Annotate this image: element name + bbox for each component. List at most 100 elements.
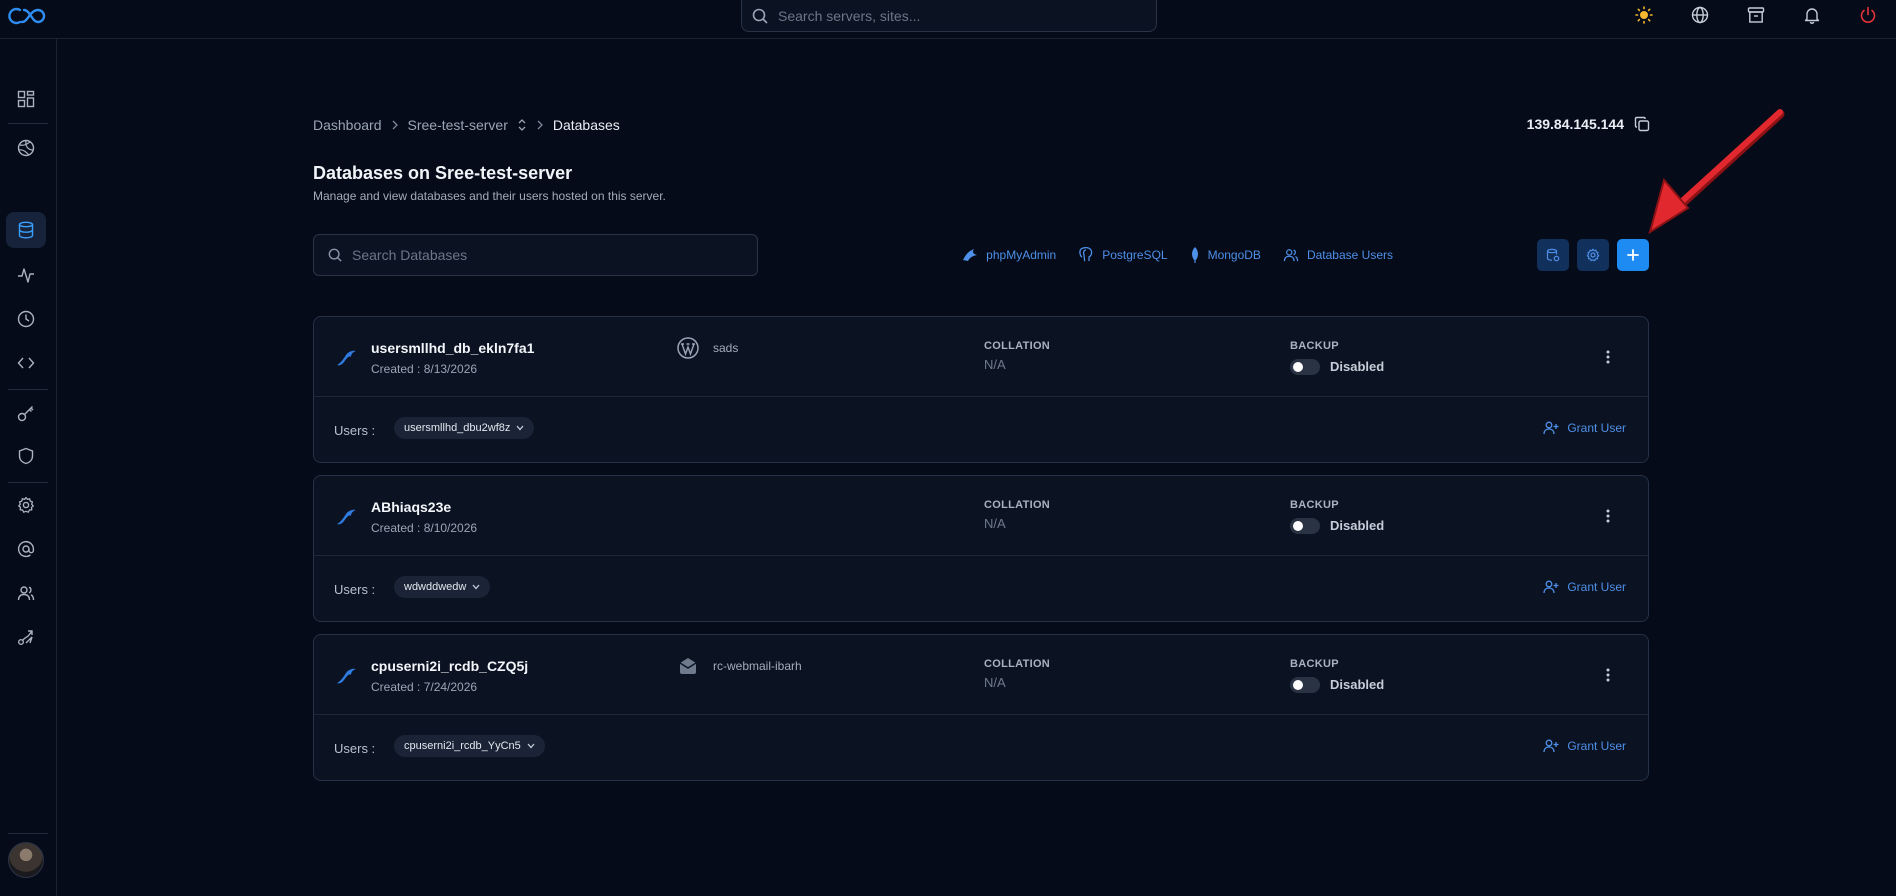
user-chip[interactable]: wdwddwedw (394, 576, 491, 598)
database-card-header (314, 635, 1648, 715)
database-backup-button[interactable] (1537, 239, 1569, 271)
sidebar-item-email[interactable] (6, 531, 46, 567)
avatar[interactable] (8, 842, 44, 878)
user-plus-icon (1543, 580, 1559, 594)
linked-site[interactable]: sads (677, 337, 738, 359)
grant-user-button[interactable]: Grant User (1543, 580, 1626, 594)
user-chip[interactable]: cpuserni2i_rcdb_YyCn5 (394, 735, 545, 757)
backup-label: BACKUP (1290, 658, 1339, 670)
database-icon (18, 221, 34, 239)
user-chip-label: cpuserni2i_rcdb_YyCn5 (404, 740, 521, 752)
users-icon (1283, 249, 1299, 262)
code-icon (17, 357, 35, 369)
users-label: Users : (334, 582, 376, 597)
database-name[interactable]: cpuserni2i_rcdb_CZQ5j (371, 658, 528, 674)
dashboard-icon (17, 90, 35, 108)
collation-value: N/A (984, 675, 1006, 690)
user-plus-icon (1543, 421, 1559, 435)
database-settings-icon (1546, 248, 1560, 262)
database-created: Created : 8/13/2026 (371, 362, 478, 376)
backup-label: BACKUP (1290, 340, 1339, 352)
user-plus-icon (1543, 739, 1559, 753)
activity-icon (18, 268, 34, 283)
page-title: Databases on Sree-test-server (313, 163, 573, 183)
more-vertical-icon (1606, 350, 1610, 364)
phpmyadmin-link[interactable]: phpMyAdmin (962, 248, 1056, 262)
sidebar-item-databases[interactable] (6, 212, 46, 248)
webmail-icon (679, 658, 697, 674)
sidebar-item-code[interactable] (6, 345, 46, 381)
postgresql-link[interactable]: PostgreSQL (1078, 247, 1168, 263)
sidebar-item-ssh-keys[interactable] (6, 395, 46, 431)
backup-toggle[interactable] (1290, 518, 1320, 534)
sidebar-item-cron[interactable] (6, 301, 46, 337)
sidebar-item-monitoring[interactable] (6, 257, 46, 293)
sidebar (0, 39, 57, 896)
user-chip-label: usersmllhd_dbu2wf8z (404, 422, 511, 434)
linked-site-name: sads (713, 341, 739, 355)
sidebar-item-users[interactable] (6, 575, 46, 611)
more-menu-button[interactable] (1598, 347, 1618, 367)
backup-toggle[interactable] (1290, 359, 1320, 375)
breadcrumb-dashboard[interactable]: Dashboard (313, 117, 382, 133)
page-subtitle: Manage and view databases and their user… (313, 189, 666, 203)
more-vertical-icon (1606, 668, 1610, 682)
global-search[interactable] (741, 0, 1157, 32)
linked-site-name: rc-webmail-ibarh (713, 659, 802, 673)
at-sign-icon (17, 540, 35, 558)
database-search[interactable] (313, 234, 758, 276)
more-menu-button[interactable] (1598, 665, 1618, 685)
database-name[interactable]: usersmllhd_db_ekln7fa1 (371, 340, 534, 356)
key-icon (17, 406, 34, 422)
database-card: ABhiaqs23e Created : 8/10/2026 COLLATION… (313, 475, 1649, 622)
more-menu-button[interactable] (1598, 506, 1618, 526)
power-icon[interactable] (1840, 0, 1896, 30)
search-icon (328, 248, 342, 262)
linked-site[interactable]: rc-webmail-ibarh (677, 655, 802, 677)
users-label: Users : (334, 423, 376, 438)
breadcrumb-server[interactable]: Sree-test-server (408, 117, 508, 133)
sidebar-item-settings[interactable] (6, 487, 46, 523)
mongodb-link[interactable]: MongoDB (1190, 247, 1261, 263)
postgresql-icon (1079, 247, 1093, 262)
chevron-right-icon (537, 120, 543, 130)
database-card-header (314, 476, 1648, 556)
database-card: cpuserni2i_rcdb_CZQ5j Created : 7/24/202… (313, 634, 1649, 781)
logo-icon[interactable] (8, 4, 52, 28)
sidebar-item-dashboard[interactable] (6, 81, 46, 117)
user-chip[interactable]: usersmllhd_dbu2wf8z (394, 417, 535, 439)
sun-icon[interactable] (1616, 0, 1672, 30)
sidebar-item-routes[interactable] (6, 619, 46, 655)
chevron-up-down-icon[interactable] (517, 118, 527, 132)
collation-value: N/A (984, 516, 1006, 531)
database-search-input[interactable] (352, 247, 752, 263)
add-database-button[interactable] (1617, 239, 1649, 271)
mysql-icon (337, 350, 356, 366)
users-icon (17, 586, 35, 601)
breadcrumb: Dashboard Sree-test-server Databases (313, 116, 620, 134)
backup-label: BACKUP (1290, 499, 1339, 511)
chevron-right-icon (392, 120, 398, 130)
collation-label: COLLATION (984, 658, 1051, 670)
archive-icon[interactable] (1728, 0, 1784, 30)
server-ip-text: 139.84.145.144 (1526, 116, 1624, 132)
database-settings-button[interactable] (1577, 239, 1609, 271)
sidebar-item-network[interactable] (6, 130, 46, 166)
database-name[interactable]: ABhiaqs23e (371, 499, 451, 515)
settings-icon (18, 496, 34, 513)
mongodb-icon (1191, 247, 1198, 263)
bell-icon[interactable] (1784, 0, 1840, 30)
grant-user-button[interactable]: Grant User (1543, 421, 1626, 435)
phpmyadmin-icon (963, 249, 978, 261)
database-users-link[interactable]: Database Users (1283, 248, 1393, 262)
grant-user-button[interactable]: Grant User (1543, 739, 1626, 753)
sidebar-item-security[interactable] (6, 438, 46, 474)
server-ip: 139.84.145.144 (1527, 116, 1650, 132)
backup-toggle[interactable] (1290, 677, 1320, 693)
chevron-down-icon (527, 743, 535, 749)
global-search-input[interactable] (778, 7, 1138, 24)
clock-icon (17, 310, 35, 328)
shield-icon (18, 447, 34, 465)
users-label: Users : (334, 741, 376, 756)
globe-icon[interactable] (1672, 0, 1728, 30)
